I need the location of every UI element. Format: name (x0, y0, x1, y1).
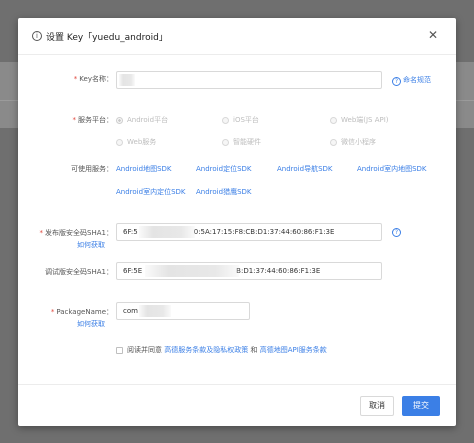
radio-selected-icon (116, 117, 123, 124)
terms-privacy-link[interactable]: 高德服务条款及隐私权政策 (164, 346, 248, 354)
debug-sha1-input[interactable]: 6F:5E B:D1:37:44:60:86:F1:3E (116, 262, 382, 280)
redacted-region (119, 74, 135, 86)
redacted-region (145, 265, 239, 277)
sdk-link-location[interactable]: Android定位SDK (196, 164, 252, 174)
radio-icon (330, 117, 337, 124)
agreement-row[interactable]: 阅读并同意 高德服务条款及隐私权政策 和 高德地图API服务条款 (116, 345, 327, 355)
release-sha1-howto-link[interactable]: 如何获取 (77, 240, 105, 250)
key-name-label: * Key名称： (73, 75, 113, 83)
platform-label: * 服务平台： (72, 116, 114, 124)
dialog-title: 设置 Key「yuedu_android」 (46, 33, 168, 43)
api-terms-link[interactable]: 高德地图API服务条款 (260, 346, 327, 354)
radio-smart-hardware[interactable]: 智能硬件 (222, 137, 261, 147)
close-icon[interactable]: ✕ (428, 28, 438, 42)
debug-sha1-label: 调试版安全码SHA1： (45, 268, 113, 276)
cancel-button[interactable]: 取消 (360, 396, 394, 416)
radio-icon (222, 117, 229, 124)
sdk-link-indoor-location[interactable]: Android室内定位SDK (116, 187, 186, 197)
package-name-input[interactable]: com (116, 302, 250, 320)
sdk-link-falcon[interactable]: Android猎鹰SDK (196, 187, 252, 197)
package-name-label: * PackageName： (50, 308, 113, 316)
radio-android[interactable]: Android平台 (116, 115, 168, 125)
package-howto-link[interactable]: 如何获取 (77, 319, 105, 329)
help-circle-icon[interactable]: ? (392, 228, 401, 237)
info-circle-icon: i (32, 31, 42, 41)
sdk-link-indoor-map[interactable]: Android室内地图SDK (357, 164, 427, 174)
sdk-link-map[interactable]: Android地图SDK (116, 164, 172, 174)
dialog-header: i 设置 Key「yuedu_android」 ✕ (18, 18, 456, 55)
release-sha1-label: * 发布版安全码SHA1： (39, 229, 113, 237)
help-circle-icon: ? (392, 77, 401, 86)
set-key-dialog: i 设置 Key「yuedu_android」 ✕ * Key名称： ? 命名规范 … (18, 18, 456, 426)
radio-ios[interactable]: iOS平台 (222, 115, 259, 125)
radio-web-js[interactable]: Web端(JS API) (330, 115, 389, 125)
radio-icon (330, 139, 337, 146)
release-sha1-input[interactable]: 6F:5 0:5A:17:15:F8:CB:D1:37:44:60:86:F1:3… (116, 223, 382, 241)
radio-icon (116, 139, 123, 146)
agreement-checkbox[interactable] (116, 347, 123, 354)
sdk-link-navigation[interactable]: Android导航SDK (277, 164, 333, 174)
redacted-region (139, 305, 171, 317)
naming-rules-link[interactable]: ? 命名规范 (392, 75, 431, 86)
radio-wechat-miniprogram[interactable]: 微信小程序 (330, 137, 376, 147)
redacted-region (139, 226, 195, 238)
dialog-footer: 取消 提交 (18, 384, 456, 427)
submit-button[interactable]: 提交 (402, 396, 440, 416)
key-name-input[interactable] (116, 71, 382, 89)
services-label: 可使用服务： (71, 165, 113, 173)
radio-icon (222, 139, 229, 146)
radio-web-service[interactable]: Web服务 (116, 137, 156, 147)
